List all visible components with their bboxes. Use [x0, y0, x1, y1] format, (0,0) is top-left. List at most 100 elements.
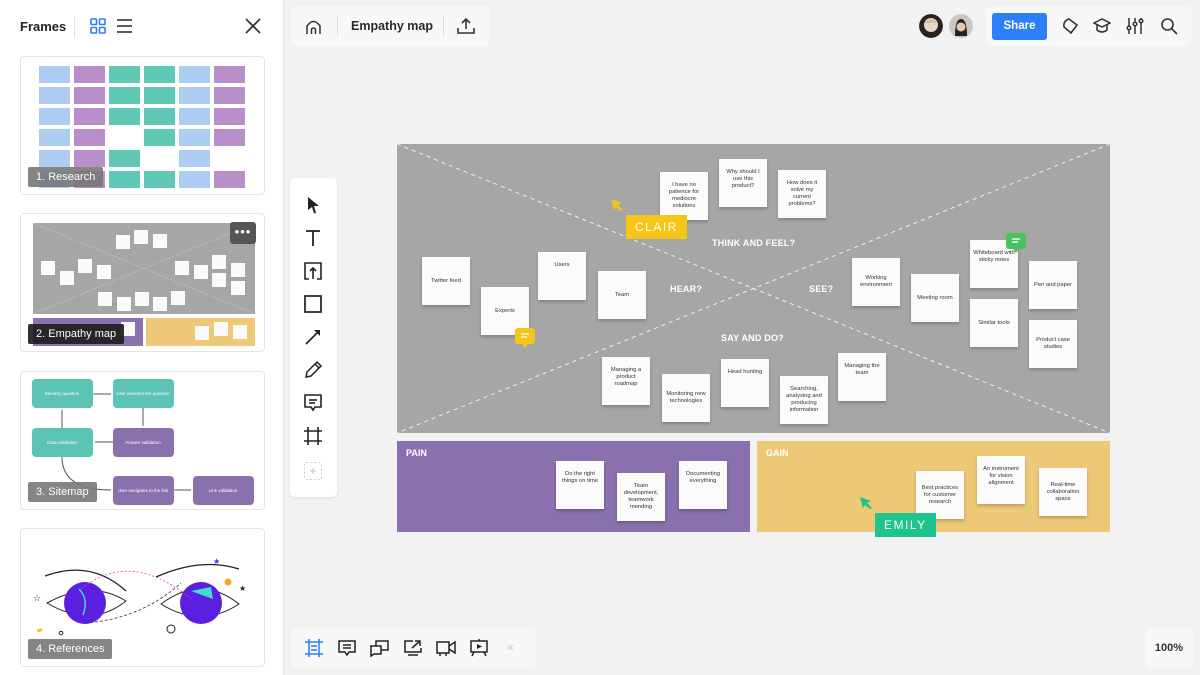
- select-cursor-icon[interactable]: [303, 195, 323, 215]
- sticky-note[interactable]: Meeting room: [911, 274, 959, 322]
- sticky-note[interactable]: An instrument for vision alignment: [977, 456, 1025, 504]
- research-card: [109, 171, 140, 188]
- research-card: [109, 66, 140, 83]
- board-title[interactable]: Empathy map: [351, 19, 433, 33]
- research-card: [74, 150, 105, 167]
- pencil-tool-icon[interactable]: [303, 360, 323, 380]
- tag-icon[interactable]: [1061, 17, 1079, 35]
- comments-icon[interactable]: [337, 639, 357, 657]
- collapse-toolbar-button[interactable]: «: [507, 640, 514, 654]
- presentation-icon[interactable]: [469, 639, 489, 657]
- sticky-note[interactable]: Documenting everything: [679, 461, 727, 509]
- pain-section: PAIN Do the right things on time Team de…: [397, 441, 750, 532]
- sticky-note[interactable]: Head hunting: [721, 359, 769, 407]
- research-card: [109, 87, 140, 104]
- research-card: [144, 66, 175, 83]
- research-card: [74, 66, 105, 83]
- graduation-cap-icon[interactable]: [1093, 17, 1111, 35]
- research-card: [144, 171, 175, 188]
- research-card: [39, 108, 70, 125]
- sticky-note[interactable]: Team: [598, 271, 646, 319]
- comment-badge[interactable]: [1006, 233, 1026, 253]
- research-card: [214, 171, 245, 188]
- sticky-note[interactable]: Working environment: [852, 258, 900, 306]
- sticky-note[interactable]: Product case studies: [1029, 320, 1077, 368]
- frame-card-sitemap[interactable]: Security question User answers the quest…: [20, 371, 265, 510]
- sticky-note[interactable]: Managing a product roadmap: [602, 357, 650, 405]
- list-view-icon[interactable]: [116, 18, 133, 34]
- sticky-note[interactable]: Searching, analysing and producing infor…: [780, 376, 828, 424]
- add-tool-icon[interactable]: [303, 461, 323, 481]
- share-screen-icon[interactable]: [403, 639, 423, 657]
- share-button[interactable]: Share: [992, 13, 1047, 40]
- comment-lines-icon: [1012, 238, 1020, 243]
- arrow-tool-icon[interactable]: [303, 327, 323, 347]
- svg-text:★: ★: [213, 557, 220, 566]
- sticky-note[interactable]: Real-time collaboration space: [1039, 468, 1087, 516]
- sticky-note[interactable]: I have no patience for mediocre solution…: [660, 172, 708, 220]
- comment-badge[interactable]: [515, 328, 535, 348]
- sitemap-node: Data validation: [47, 440, 77, 445]
- sticky-note[interactable]: Do the right things on time: [556, 461, 604, 509]
- chat-icon[interactable]: [369, 639, 389, 657]
- zoom-level[interactable]: 100%: [1145, 628, 1193, 668]
- research-card: [214, 108, 245, 125]
- cursor-arrow-icon: [611, 199, 623, 211]
- sticky-note[interactable]: Managing the team: [838, 353, 886, 401]
- frame-card-references[interactable]: ★ ☆ ★ 4. References: [20, 528, 265, 667]
- sticky-note[interactable]: Similar tools: [970, 299, 1018, 347]
- pain-label: PAIN: [406, 448, 427, 458]
- sticky-note[interactable]: Team development, teamwork mending: [617, 473, 665, 521]
- svg-text:☆: ☆: [33, 593, 41, 603]
- frame-tool-icon[interactable]: [303, 426, 323, 446]
- sticky-note[interactable]: Pen and paper: [1029, 261, 1077, 309]
- empathy-map-board: THINK AND FEEL? HEAR? SEE? SAY AND DO? I…: [397, 144, 1110, 433]
- research-card: [179, 66, 210, 83]
- close-icon[interactable]: [244, 17, 262, 35]
- sticky-note[interactable]: How does it solve my current problems?: [778, 170, 826, 218]
- frame-label: 4. References: [28, 639, 113, 659]
- sitemap-node: User answers the question: [116, 391, 170, 396]
- research-card: [74, 87, 105, 104]
- video-icon[interactable]: [436, 639, 456, 657]
- divider: [74, 16, 75, 38]
- avatar[interactable]: [919, 14, 943, 38]
- frames-icon[interactable]: [304, 639, 324, 657]
- upload-icon[interactable]: [457, 17, 475, 35]
- research-card: [214, 66, 245, 83]
- search-icon[interactable]: [1160, 17, 1178, 35]
- sticky-note[interactable]: Best practices for customer research: [916, 471, 964, 519]
- collaborator-cursor-emily: EMILY: [875, 513, 936, 537]
- upload-tool-icon[interactable]: [303, 261, 323, 281]
- sticky-note[interactable]: Monitoring new technologies: [662, 374, 710, 422]
- frame-more-button[interactable]: •••: [230, 222, 256, 244]
- research-card: [144, 129, 175, 146]
- rectangle-tool-icon[interactable]: [303, 294, 323, 314]
- sitemap-node: Link validation: [209, 488, 238, 493]
- bottom-toolbar: «: [291, 628, 536, 668]
- sticky-note[interactable]: Twitter feed: [422, 257, 470, 305]
- settings-sliders-icon[interactable]: [1126, 17, 1144, 35]
- frame-card-research[interactable]: 1. Research: [20, 56, 265, 195]
- comment-lines-icon: [521, 333, 529, 338]
- section-see: SEE?: [809, 284, 834, 294]
- grid-view-icon[interactable]: [90, 18, 106, 34]
- avatar[interactable]: [949, 14, 973, 38]
- research-card: [39, 129, 70, 146]
- research-card: [39, 66, 70, 83]
- research-card: [39, 150, 70, 167]
- sitemap-node: Security question: [45, 391, 80, 396]
- sidebar-header: Frames: [0, 0, 284, 54]
- research-card: [214, 87, 245, 104]
- cursor-arrow-icon: [860, 497, 872, 509]
- research-card: [39, 87, 70, 104]
- sitemap-node: User navigates to the link: [118, 488, 169, 493]
- text-tool-icon[interactable]: [303, 228, 323, 248]
- sticky-note[interactable]: Why should I use this product?: [719, 159, 767, 207]
- home-icon[interactable]: [305, 18, 322, 35]
- sidebar-title: Frames: [20, 19, 67, 34]
- comment-tool-icon[interactable]: [303, 393, 323, 413]
- sticky-note[interactable]: Users: [538, 252, 586, 300]
- frame-card-empathy-map[interactable]: ••• 2. Empathy map: [20, 213, 265, 352]
- research-card: [179, 129, 210, 146]
